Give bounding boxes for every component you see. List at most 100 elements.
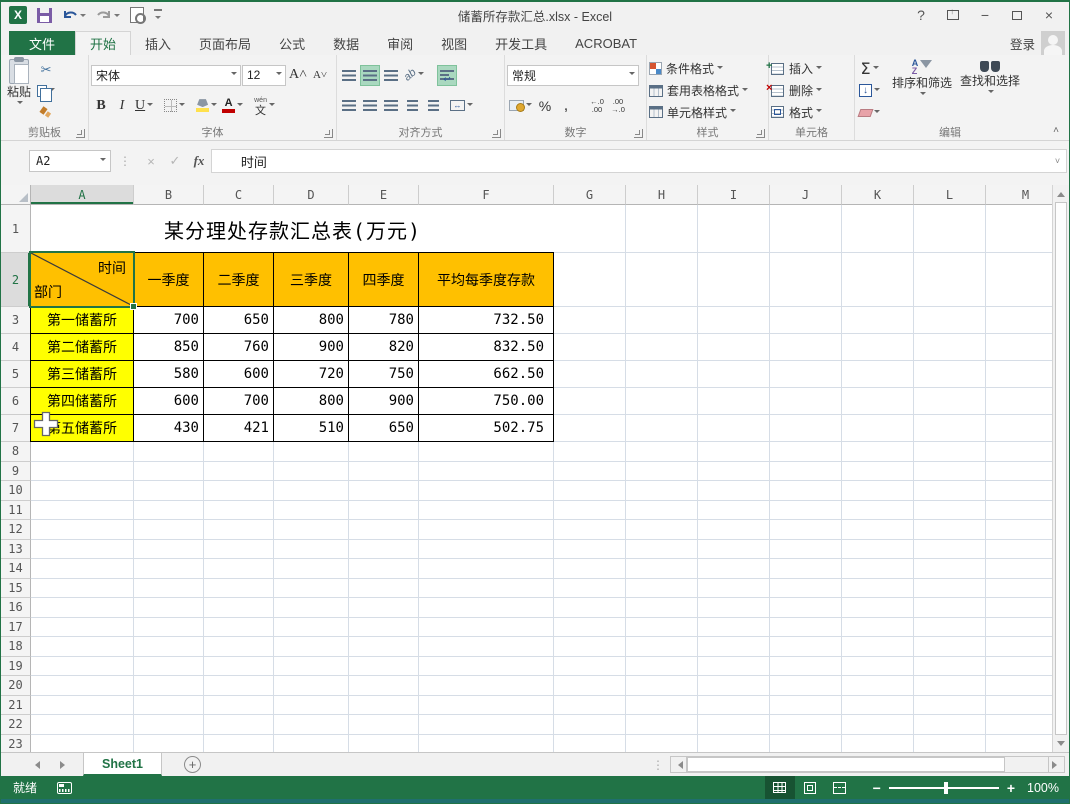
row-label-A5[interactable]: 第三储蓄所	[31, 361, 134, 388]
save-button[interactable]	[37, 8, 52, 23]
cell-E5[interactable]: 750	[349, 361, 419, 388]
decrease-indent-button[interactable]	[402, 95, 422, 116]
tab-scroll-splitter[interactable]: ⋮	[652, 753, 664, 776]
find-select-button[interactable]: 查找和选择	[956, 57, 1024, 124]
vertical-scrollbar[interactable]	[1052, 185, 1069, 752]
insert-cells-button[interactable]: 插入	[771, 59, 852, 79]
increase-indent-button[interactable]	[423, 95, 443, 116]
cut-button[interactable]: ✂	[35, 59, 57, 80]
zoom-level[interactable]: 100%	[1025, 781, 1069, 795]
col-header-I[interactable]: I	[698, 185, 770, 205]
shrink-font-button[interactable]: A˅	[310, 65, 330, 86]
zoom-out-button[interactable]: −	[873, 780, 881, 796]
cell-C6[interactable]: 700	[204, 388, 274, 415]
cell-C5[interactable]: 600	[204, 361, 274, 388]
row-header-16[interactable]: 16	[1, 598, 31, 618]
fill-button[interactable]: ↓	[857, 80, 882, 101]
row-header-22[interactable]: 22	[1, 715, 31, 735]
accounting-format-button[interactable]	[507, 95, 534, 116]
minimize-button[interactable]: −	[971, 4, 999, 26]
align-middle-button[interactable]	[360, 65, 380, 86]
comma-button[interactable]: ,	[556, 95, 576, 116]
cell-E7[interactable]: 650	[349, 415, 419, 442]
close-button[interactable]: ×	[1035, 4, 1063, 26]
format-painter-button[interactable]	[35, 101, 57, 122]
col-header-M[interactable]: M	[986, 185, 1052, 205]
scroll-down-button[interactable]	[1053, 735, 1069, 752]
ribbon-display-options-button[interactable]	[939, 4, 967, 26]
worksheet-grid[interactable]: ABCDEFGHIJKLM123456789101112131415161718…	[1, 185, 1052, 752]
formula-bar-splitter[interactable]: ⋮	[111, 154, 139, 168]
phonetic-button[interactable]: wén文	[252, 95, 277, 116]
orientation-button[interactable]: ab	[402, 65, 426, 86]
horizontal-scroll-thumb[interactable]	[687, 757, 1005, 772]
col-header-K[interactable]: K	[842, 185, 914, 205]
page-break-view-button[interactable]	[825, 776, 855, 799]
tab-file[interactable]: 文件	[9, 31, 75, 55]
print-preview-button[interactable]	[130, 7, 144, 23]
row-header-19[interactable]: 19	[1, 657, 31, 677]
cell-D3[interactable]: 800	[274, 307, 349, 334]
cell-D7[interactable]: 510	[274, 415, 349, 442]
cell-D4[interactable]: 900	[274, 334, 349, 361]
col-header-B[interactable]: B	[134, 185, 204, 205]
cell-D6[interactable]: 800	[274, 388, 349, 415]
tab-developer[interactable]: 开发工具	[481, 31, 561, 55]
cell-A1-table-title[interactable]: 某分理处存款汇总表(万元)	[31, 205, 554, 253]
cell-F6[interactable]: 750.00	[419, 388, 554, 415]
sort-filter-button[interactable]: AZ 排序和筛选	[888, 57, 956, 124]
scroll-up-button[interactable]	[1053, 185, 1069, 202]
row-header-10[interactable]: 10	[1, 481, 31, 501]
row-header-11[interactable]: 11	[1, 501, 31, 521]
col-header-F[interactable]: F	[419, 185, 554, 205]
expand-formula-bar-button[interactable]: ˅	[1049, 149, 1067, 173]
cell-E3[interactable]: 780	[349, 307, 419, 334]
decrease-decimal-button[interactable]: .00→.0	[608, 95, 628, 116]
cell-B5[interactable]: 580	[134, 361, 204, 388]
tab-page-layout[interactable]: 页面布局	[185, 31, 265, 55]
row-label-A6[interactable]: 第四储蓄所	[31, 388, 134, 415]
tab-review[interactable]: 审阅	[373, 31, 427, 55]
conditional-format-button[interactable]: 条件格式	[649, 59, 766, 79]
undo-button[interactable]	[62, 8, 86, 22]
col-header-L[interactable]: L	[914, 185, 986, 205]
align-right-button[interactable]	[381, 95, 401, 116]
dialog-launcher-icon[interactable]	[324, 129, 333, 138]
header-cell-D2[interactable]: 三季度	[274, 253, 349, 307]
bold-button[interactable]: B	[91, 95, 111, 116]
select-all-corner[interactable]	[1, 185, 31, 205]
cell-A2-diagonal-header[interactable]: 时间部门	[31, 253, 134, 307]
cell-E6[interactable]: 900	[349, 388, 419, 415]
name-box[interactable]: A2	[29, 150, 111, 172]
cell-F5[interactable]: 662.50	[419, 361, 554, 388]
row-header-8[interactable]: 8	[1, 442, 31, 462]
cell-styles-button[interactable]: 单元格样式	[649, 102, 766, 122]
format-cells-button[interactable]: 格式	[771, 102, 852, 122]
row-header-2[interactable]: 2	[1, 253, 31, 307]
row-header-4[interactable]: 4	[1, 334, 31, 361]
header-cell-F2[interactable]: 平均每季度存款	[419, 253, 554, 307]
tab-acrobat[interactable]: ACROBAT	[561, 31, 651, 55]
fill-handle[interactable]	[130, 303, 137, 310]
cell-C3[interactable]: 650	[204, 307, 274, 334]
zoom-slider[interactable]	[889, 787, 999, 789]
tab-view[interactable]: 视图	[427, 31, 481, 55]
tab-formulas[interactable]: 公式	[265, 31, 319, 55]
row-header-21[interactable]: 21	[1, 696, 31, 716]
font-name-combo[interactable]: 宋体	[91, 65, 241, 86]
new-sheet-button[interactable]: +	[184, 756, 201, 773]
percent-button[interactable]: %	[535, 95, 555, 116]
increase-decimal-button[interactable]: ←.0.00	[587, 95, 607, 116]
row-header-3[interactable]: 3	[1, 307, 31, 334]
header-cell-B2[interactable]: 一季度	[134, 253, 204, 307]
page-layout-view-button[interactable]	[795, 776, 825, 799]
customize-qat-button[interactable]	[154, 9, 162, 22]
col-header-G[interactable]: G	[554, 185, 626, 205]
col-header-A[interactable]: A	[31, 185, 134, 205]
tab-home[interactable]: 开始	[75, 31, 131, 55]
cell-F7[interactable]: 502.75	[419, 415, 554, 442]
tab-data[interactable]: 数据	[319, 31, 373, 55]
cell-B4[interactable]: 850	[134, 334, 204, 361]
col-header-D[interactable]: D	[274, 185, 349, 205]
fill-color-button[interactable]	[194, 95, 219, 116]
